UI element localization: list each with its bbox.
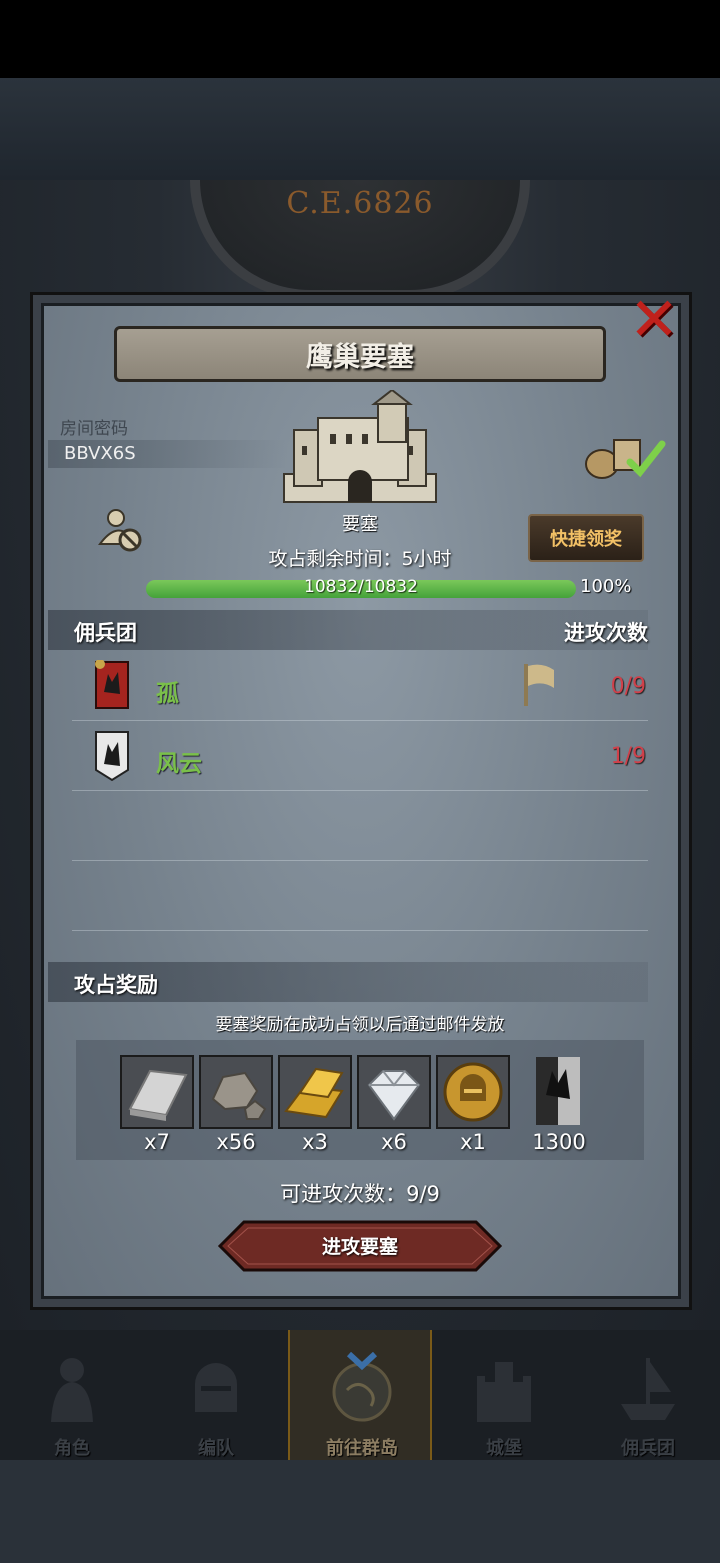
merc-column-label: 佣兵团: [74, 621, 137, 645]
gold-bars-icon: [280, 1057, 350, 1127]
nav-castle[interactable]: 城堡: [432, 1330, 576, 1460]
reward-section-label: 攻占奖励: [74, 973, 158, 997]
globe-icon: [332, 1352, 392, 1422]
reward-qty: x1: [460, 1130, 486, 1154]
flag-icon: [524, 664, 554, 706]
attack-fortress-label: 进攻要塞: [321, 1236, 398, 1258]
fortress-hp-percent: 100%: [580, 576, 632, 597]
row-divider: [72, 720, 648, 721]
nav-label: 城堡: [486, 1438, 522, 1459]
merc-name: 孤: [156, 681, 179, 707]
merc-attack-count: 1/9: [610, 744, 646, 769]
fortress-castle-icon: [283, 390, 437, 503]
row-divider: [72, 790, 648, 791]
reward-item-diamond[interactable]: [357, 1055, 431, 1129]
nav-formation[interactable]: 编队: [144, 1330, 288, 1460]
nav-label: 编队: [198, 1438, 234, 1459]
silver-ingot-icon: [122, 1057, 192, 1127]
status-bar: [0, 0, 720, 78]
red-wolf-banner-icon: [95, 660, 129, 709]
nav-go-islands[interactable]: 前往群岛: [288, 1330, 432, 1460]
no-member-icon: [98, 509, 142, 552]
castle-icon: [477, 1362, 531, 1422]
row-divider: [72, 860, 648, 861]
nav-label: 前往群岛: [326, 1438, 398, 1459]
dialog-title: 鹰巢要塞: [114, 326, 606, 382]
knight-icon: [51, 1358, 93, 1422]
header-band: [0, 78, 720, 180]
reward-item-gold[interactable]: [278, 1055, 352, 1129]
nav-label: 角色: [54, 1438, 90, 1459]
bottom-fill: [0, 1460, 720, 1563]
room-code-value[interactable]: BBVX6S: [64, 443, 136, 464]
reward-item-banner[interactable]: [522, 1055, 596, 1129]
nav-label: 佣兵团: [621, 1438, 675, 1459]
reward-qty: x3: [302, 1130, 328, 1154]
reward-qty: x7: [144, 1130, 170, 1154]
reward-qty: x56: [216, 1130, 256, 1154]
merc-name: 风云: [156, 751, 202, 777]
helmet-coin-icon: [438, 1057, 508, 1127]
nav-mercenary[interactable]: 佣兵团: [576, 1330, 720, 1460]
close-icon: ✕: [628, 285, 680, 355]
row-divider: [72, 930, 648, 931]
loot-collected-icon[interactable]: [584, 430, 668, 482]
merc-row[interactable]: 风云 1/9: [48, 726, 648, 794]
reward-note: 要塞奖励在成功占领以后通过邮件发放: [215, 1015, 505, 1035]
reward-item-helmet-coin[interactable]: [436, 1055, 510, 1129]
reward-qty: 1300: [532, 1130, 586, 1154]
nav-character[interactable]: 角色: [0, 1330, 144, 1460]
quick-claim-button[interactable]: 快捷领奖: [528, 514, 644, 562]
reward-qty: x6: [381, 1130, 407, 1154]
diamond-icon: [359, 1057, 429, 1127]
ship-icon: [621, 1358, 675, 1420]
building-name: 要塞: [342, 514, 378, 535]
fortress-hp-text: 10832/10832: [304, 577, 418, 597]
mercenary-banner-icon: [536, 1057, 580, 1125]
era-clock-text: C.E.6826: [286, 186, 434, 221]
reward-item-silver[interactable]: [120, 1055, 194, 1129]
reward-item-stone[interactable]: [199, 1055, 273, 1129]
merc-row[interactable]: 孤 0/9: [48, 656, 648, 724]
white-wolf-banner-icon: [95, 731, 129, 782]
helmet-icon: [195, 1363, 237, 1412]
capture-time-remaining: 攻占剩余时间：5小时: [268, 548, 452, 570]
close-button[interactable]: ✕: [618, 285, 690, 355]
stone-icon: [201, 1057, 271, 1127]
attacks-remaining: 可进攻次数：9/9: [280, 1182, 440, 1206]
attacks-column-label: 进攻次数: [564, 621, 648, 645]
merc-attack-count: 0/9: [610, 674, 646, 699]
room-code-label: 房间密码: [60, 419, 128, 439]
